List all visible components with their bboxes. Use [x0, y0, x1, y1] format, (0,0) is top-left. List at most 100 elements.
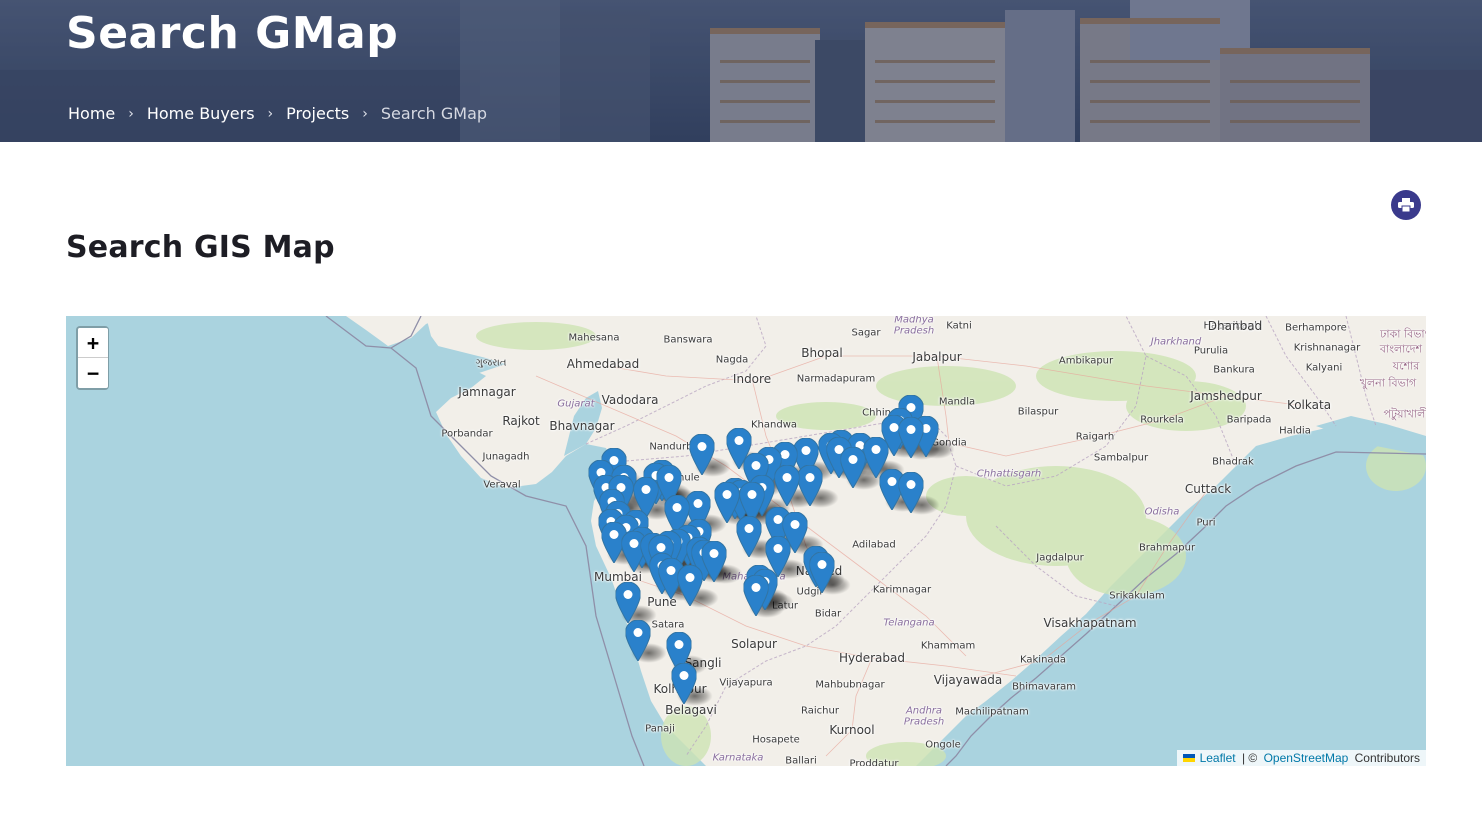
map-pin-marker[interactable] — [624, 619, 652, 662]
print-button[interactable] — [1391, 190, 1421, 220]
map-place-label: পটুয়াখালী — [1383, 407, 1426, 421]
map-pin-marker[interactable] — [897, 416, 925, 459]
zoom-out-button[interactable]: − — [78, 358, 108, 388]
map-place-label: খুলনা বিভাগ — [1359, 376, 1417, 390]
map-place-label: Belagavi — [665, 703, 717, 717]
attribution-contributors: Contributors — [1351, 751, 1420, 765]
map-pin-marker[interactable] — [700, 540, 728, 583]
map-pin-marker[interactable] — [742, 574, 770, 617]
map-place-label: Chhattisgarh — [976, 468, 1042, 480]
map-place-label: Panaji — [645, 723, 675, 735]
map-place-label: Jabalpur — [912, 350, 962, 364]
breadcrumb-projects[interactable]: Projects — [286, 104, 349, 123]
map-pin-marker[interactable] — [670, 662, 698, 705]
map-place-label: Adilabad — [852, 539, 896, 551]
map-place-label: Junagadh — [482, 451, 530, 463]
map-place-label: Vijayawada — [933, 673, 1003, 687]
hero-banner: Search GMap Home › Home Buyers › Project… — [0, 0, 1482, 142]
breadcrumb-home-buyers[interactable]: Home Buyers — [147, 104, 255, 123]
ukraine-flag-icon — [1182, 754, 1195, 762]
map-place-label: ગુજરાત — [475, 357, 507, 369]
map-pin-marker[interactable] — [688, 433, 716, 476]
map-place-label: Machilipatnam — [955, 706, 1029, 718]
map-place-label: Satara — [651, 619, 685, 631]
map-place-label: Veraval — [483, 479, 521, 491]
map-place-label: Mahbubnagar — [815, 679, 885, 691]
map-pin-icon — [688, 433, 716, 476]
page-title: Search GIS Map — [66, 230, 335, 265]
map-pin-marker[interactable] — [839, 446, 867, 489]
openstreetmap-link[interactable]: OpenStreetMap — [1264, 751, 1349, 765]
map-place-label: Pradesh — [893, 325, 935, 337]
hero-title: Search GMap — [66, 8, 399, 59]
map-place-label: Bhimavaram — [1012, 681, 1076, 693]
map-place-label: Kolkata — [1286, 398, 1332, 412]
map-place-label: Ambikapur — [1058, 355, 1114, 367]
chevron-right-icon: › — [362, 105, 368, 122]
map-place-label: Ballari — [785, 755, 817, 767]
map-place-label: Vijayapura — [719, 677, 773, 689]
map-place-label: Odisha — [1144, 506, 1180, 518]
map-pin-marker[interactable] — [676, 564, 704, 607]
map-place-label: Gujarat — [557, 398, 595, 410]
map-place-label: Bhadrak — [1212, 456, 1254, 468]
map-pin-icon — [700, 540, 728, 583]
map-place-label: Khandwa — [750, 419, 798, 431]
map-pin-icon — [897, 416, 925, 459]
map-pin-icon — [773, 464, 801, 507]
map-place-label: Telangana — [883, 617, 935, 629]
map-place-label: Karimnagar — [872, 584, 932, 596]
map-place-label: Katni — [946, 320, 972, 332]
map-place-label: Nagda — [715, 354, 749, 366]
map-place-label: Kakinada — [1019, 654, 1067, 666]
gis-map[interactable]: Mahesana Banswara Sagar Madhya Pradesh Katni H… — [66, 316, 1426, 766]
map-place-label: Jamnagar — [458, 385, 516, 399]
map-place-label: Berhampore — [1285, 322, 1347, 334]
map-place-label: Cuttack — [1184, 482, 1232, 496]
map-place-label: Raichur — [801, 705, 839, 717]
map-pin-marker[interactable] — [773, 464, 801, 507]
map-place-label: Khammam — [920, 640, 976, 652]
map-pin-marker[interactable] — [796, 464, 824, 507]
map-pin-icon — [670, 662, 698, 705]
map-place-label: Brahmapur — [1138, 542, 1196, 554]
map-place-label: Bhopal — [801, 346, 843, 360]
map-place-label: Jamshedpur — [1190, 389, 1262, 403]
map-pin-icon — [676, 564, 704, 607]
map-place-label: Pradesh — [903, 716, 945, 728]
map-place-label: Madhya — [894, 316, 934, 326]
breadcrumb-home[interactable]: Home — [68, 104, 115, 123]
map-place-label: Ahmedabad — [566, 357, 640, 371]
map-place-label: Bilaspur — [1017, 406, 1059, 418]
map-place-label: Bhavnagar — [549, 419, 615, 433]
map-place-label: Solapur — [731, 637, 777, 651]
leaflet-link[interactable]: Leaflet — [1200, 751, 1236, 765]
map-pin-icon — [614, 581, 642, 624]
map-pin-icon — [839, 446, 867, 489]
map-place-label: Hyderabad — [839, 651, 905, 665]
map-pin-marker[interactable] — [897, 471, 925, 514]
zoom-in-button[interactable]: + — [78, 328, 108, 358]
breadcrumb: Home › Home Buyers › Projects › Search G… — [68, 104, 487, 123]
map-place-label: Puri — [1196, 517, 1216, 529]
map-place-label: Proddatur — [849, 758, 899, 767]
map-place-label: Bankura — [1213, 364, 1255, 376]
map-pin-marker[interactable] — [808, 551, 836, 594]
map-place-label: Raigarh — [1075, 431, 1115, 443]
map-place-label: Baripada — [1226, 414, 1272, 426]
chevron-right-icon: › — [128, 105, 134, 122]
map-place-label: Srikakulam — [1109, 590, 1165, 602]
map-place-label: Dhanbad — [1207, 319, 1263, 333]
map-place-label: Indore — [732, 372, 772, 386]
map-pin-marker[interactable] — [735, 515, 763, 558]
map-place-label: Sagar — [851, 327, 881, 339]
map-place-label: Rajkot — [502, 414, 540, 428]
map-place-label: Kurnool — [829, 723, 875, 737]
map-place-label: Mahesana — [568, 332, 620, 344]
map-place-label: Jagdalpur — [1036, 552, 1084, 564]
map-pin-marker[interactable] — [614, 581, 642, 624]
map-place-label: Haldia — [1279, 425, 1311, 437]
map-place-label: Bidar — [814, 608, 842, 620]
map-pin-icon — [735, 515, 763, 558]
map-place-label: Kalyani — [1305, 362, 1343, 374]
